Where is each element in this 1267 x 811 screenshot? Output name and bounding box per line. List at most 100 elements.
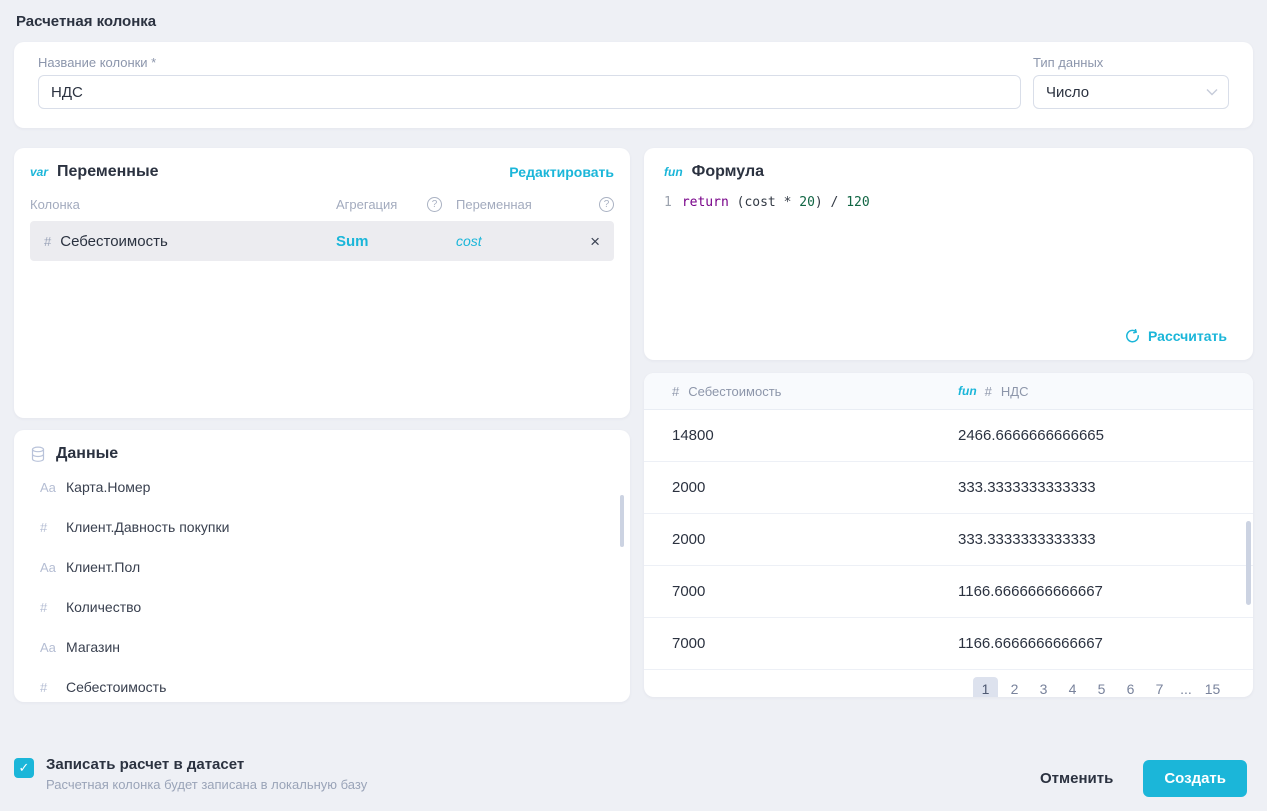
formula-panel: fun Формула 1 return (cost * 20) / 120 Ра… (644, 148, 1253, 360)
column-header-column: Колонка (30, 197, 336, 212)
data-field-label: Клиент.Пол (66, 559, 140, 575)
table-row: 14800 2466.6666666666665 (644, 410, 1253, 462)
variable-help-icon[interactable]: ? (599, 197, 614, 212)
variables-panel: var Переменные Редактировать Колонка Агр… (14, 148, 630, 418)
database-icon (30, 446, 46, 463)
data-field-label: Карта.Номер (66, 479, 150, 495)
create-button[interactable]: Создать (1143, 760, 1247, 797)
text-type-icon: Aa (40, 560, 66, 575)
data-field-list: Aa Карта.Номер # Клиент.Давность покупки… (30, 467, 614, 702)
aggregation-help-icon[interactable]: ? (427, 197, 442, 212)
text-type-icon: Aa (40, 480, 66, 495)
cell-vat: 1166.6666666666667 (958, 635, 1253, 652)
aggregation-value[interactable]: Sum (336, 233, 456, 250)
column-settings-card: Название колонки * Тип данных Число (14, 42, 1253, 128)
number-type-icon: # (985, 384, 992, 399)
footer-bar: ✓ Записать расчет в датасет Расчетная ко… (14, 756, 1247, 797)
data-field-item[interactable]: # Количество (30, 587, 614, 627)
cell-cost: 7000 (644, 583, 958, 600)
data-panel: Данные Aa Карта.Номер # Клиент.Давность … (14, 430, 630, 702)
page-button-5[interactable]: 5 (1089, 677, 1114, 698)
results-table-scrollbar[interactable] (1246, 521, 1251, 605)
fun-badge-icon: fun (664, 165, 683, 179)
text-type-icon: Aa (40, 640, 66, 655)
calculate-label: Рассчитать (1148, 328, 1227, 344)
code-text: ) / (815, 195, 846, 210)
page-button-1[interactable]: 1 (973, 677, 998, 698)
page-button-4[interactable]: 4 (1060, 677, 1085, 698)
check-icon: ✓ (19, 760, 30, 775)
results-column-label: НДС (1001, 384, 1029, 399)
write-to-dataset-checkbox[interactable]: ✓ (14, 758, 34, 778)
edit-variables-link[interactable]: Редактировать (509, 164, 614, 180)
table-row: 2000 333.3333333333333 (644, 514, 1253, 566)
variable-row: # Себестоимость Sum cost × (30, 221, 614, 261)
code-text: (cost * (729, 195, 799, 210)
page-button-2[interactable]: 2 (1002, 677, 1027, 698)
variables-title: Переменные (57, 163, 158, 181)
data-field-label: Клиент.Давность покупки (66, 519, 229, 535)
data-field-item[interactable]: # Клиент.Давность покупки (30, 507, 614, 547)
data-type-select[interactable]: Число (1033, 75, 1229, 109)
table-row: 7000 1166.6666666666667 (644, 566, 1253, 618)
column-header-variable: Переменная (456, 197, 594, 212)
chevron-down-icon (1206, 88, 1218, 96)
data-title: Данные (56, 445, 118, 463)
table-row: 2000 333.3333333333333 (644, 462, 1253, 514)
cancel-button[interactable]: Отменить (1040, 770, 1113, 787)
code-number: 20 (799, 195, 815, 210)
data-field-label: Себестоимость (66, 679, 166, 695)
column-header-aggregation: Агрегация (336, 197, 397, 212)
results-table-panel: # Себестоимость fun # НДС 14800 2466.666… (644, 373, 1253, 697)
data-field-item[interactable]: Aa Клиент.Пол (30, 547, 614, 587)
formula-title: Формула (692, 163, 764, 181)
code-number: 120 (846, 195, 869, 210)
cell-vat: 2466.6666666666665 (958, 427, 1253, 444)
pagination: 1 2 3 4 5 6 7 ... 15 (644, 670, 1253, 697)
pagination-ellipsis: ... (1176, 681, 1196, 697)
data-field-label: Магазин (66, 639, 120, 655)
write-to-dataset-label[interactable]: Записать расчет в датасет (46, 756, 367, 773)
cell-cost: 2000 (644, 479, 958, 496)
cell-vat: 1166.6666666666667 (958, 583, 1253, 600)
page-button-6[interactable]: 6 (1118, 677, 1143, 698)
data-field-item[interactable]: # Себестоимость (30, 667, 614, 702)
number-type-icon: # (40, 680, 66, 695)
number-type-icon: # (672, 384, 679, 399)
var-badge-icon: var (30, 165, 48, 179)
results-table-header: # Себестоимость fun # НДС (644, 373, 1253, 410)
number-type-icon: # (40, 600, 66, 615)
number-type-icon: # (44, 234, 51, 249)
code-keyword: return (682, 195, 729, 210)
write-to-dataset-hint: Расчетная колонка будет записана в локал… (46, 777, 367, 792)
number-type-icon: # (40, 520, 66, 535)
formula-code-editor[interactable]: 1 return (cost * 20) / 120 (664, 195, 1233, 210)
table-row: 7000 1166.6666666666667 (644, 618, 1253, 670)
data-list-scrollbar[interactable] (620, 495, 624, 547)
remove-variable-icon[interactable]: × (576, 233, 600, 250)
modal-page: Расчетная колонка Название колонки * Тип… (0, 0, 1267, 811)
results-column-label: Себестоимость (688, 384, 781, 399)
data-type-value: Число (1046, 84, 1089, 101)
column-name-label: Название колонки * (38, 55, 1021, 70)
fun-badge-icon: fun (958, 384, 977, 398)
cell-cost: 7000 (644, 635, 958, 652)
page-button-15[interactable]: 15 (1200, 677, 1225, 698)
calculate-button[interactable]: Рассчитать (1125, 328, 1227, 344)
page-button-7[interactable]: 7 (1147, 677, 1172, 698)
cell-cost: 14800 (644, 427, 958, 444)
data-field-item[interactable]: Aa Карта.Номер (30, 467, 614, 507)
data-field-item[interactable]: Aa Магазин (30, 627, 614, 667)
refresh-icon (1125, 329, 1140, 344)
variables-table-header: Колонка Агрегация ? Переменная ? (30, 181, 614, 221)
cell-vat: 333.3333333333333 (958, 531, 1253, 548)
data-field-label: Количество (66, 599, 141, 615)
line-number: 1 (664, 195, 672, 210)
page-button-3[interactable]: 3 (1031, 677, 1056, 698)
cell-vat: 333.3333333333333 (958, 479, 1253, 496)
variable-column-name: Себестоимость (60, 233, 168, 250)
column-name-input[interactable] (38, 75, 1021, 109)
cell-cost: 2000 (644, 531, 958, 548)
data-type-label: Тип данных (1033, 55, 1229, 70)
variable-alias: cost (456, 233, 576, 249)
